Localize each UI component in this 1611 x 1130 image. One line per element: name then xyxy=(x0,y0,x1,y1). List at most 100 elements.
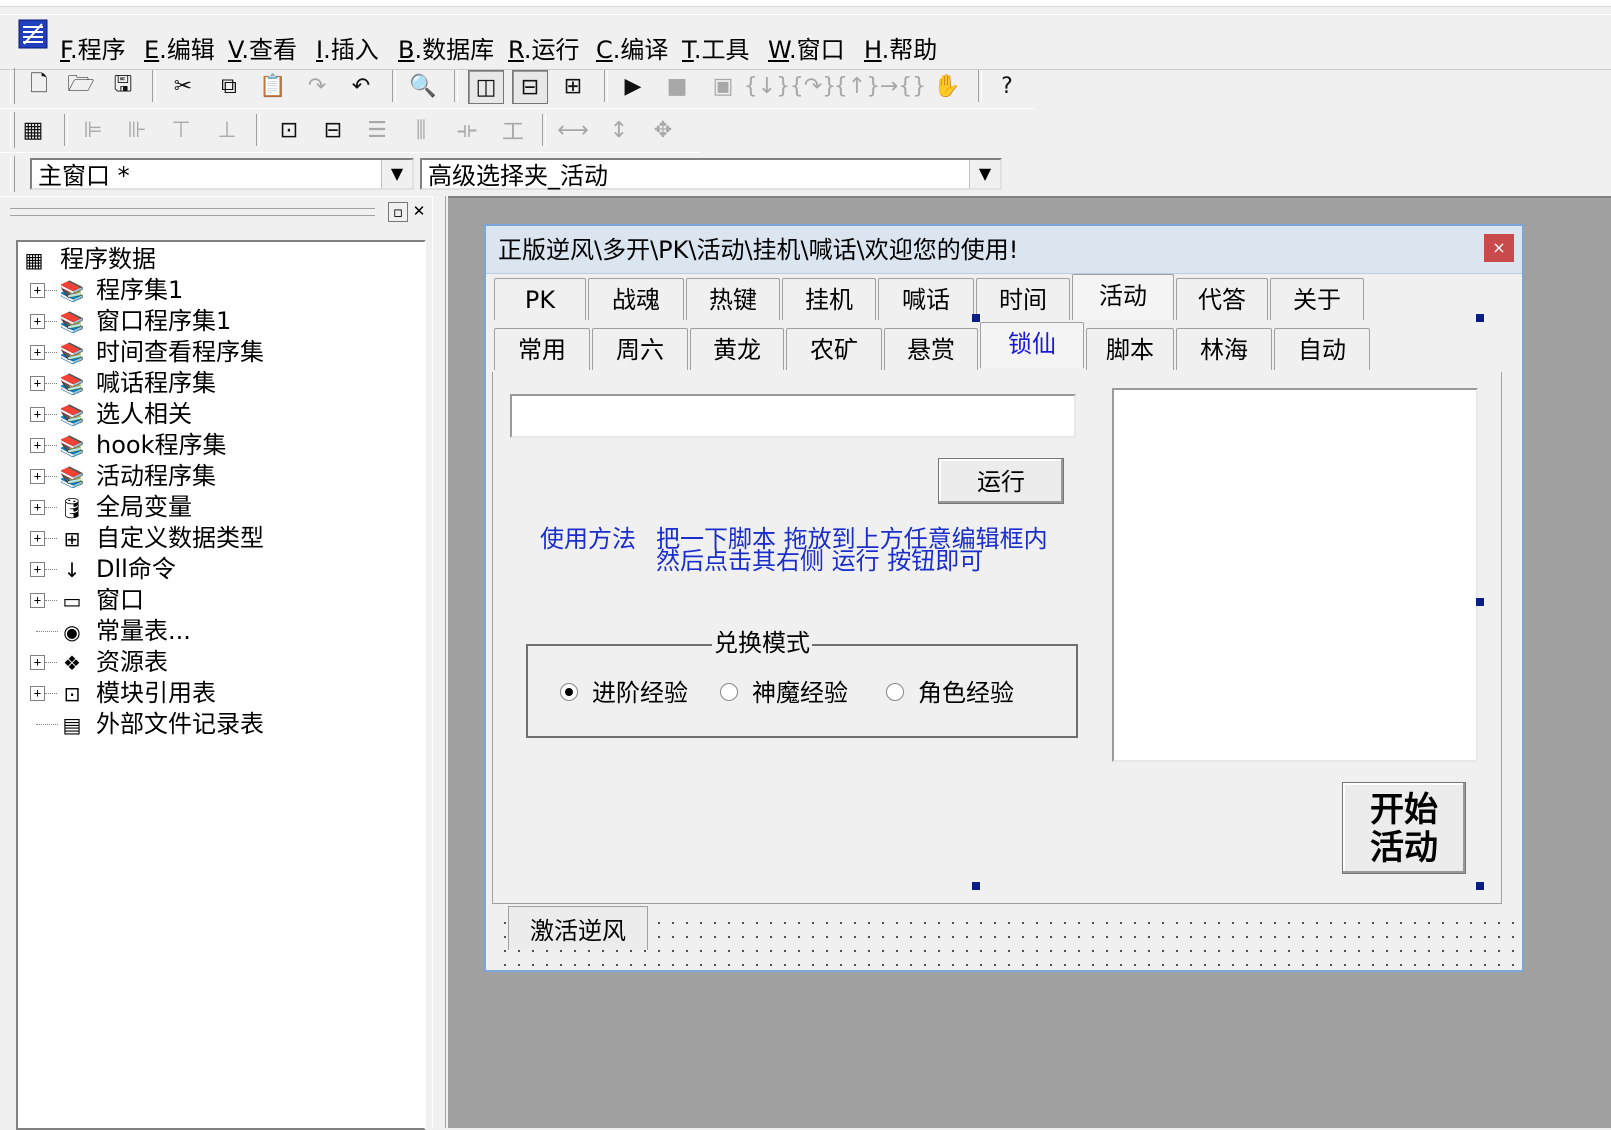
menu-view[interactable]: V.查看 xyxy=(228,35,297,65)
tab-sub-0[interactable]: 常用 xyxy=(494,328,590,370)
window-select[interactable]: 主窗口 * ▼ xyxy=(30,158,414,190)
debug-icon[interactable]: ▣ xyxy=(706,70,740,102)
run-icon[interactable]: ▶ xyxy=(616,70,650,102)
chevron-down-icon[interactable]: ▼ xyxy=(969,160,1000,188)
help-binoculars-icon[interactable]: ? xyxy=(990,70,1024,102)
same-width-icon[interactable]: ⫼ xyxy=(404,114,438,146)
toolbar-grip[interactable] xyxy=(10,68,15,104)
toolbar-grip[interactable] xyxy=(10,112,15,148)
expand-icon[interactable]: + xyxy=(30,531,45,546)
undo-icon[interactable]: ↶ xyxy=(344,70,378,102)
menu-help[interactable]: H.帮助 xyxy=(864,35,937,65)
copy-icon[interactable]: ⧉ xyxy=(212,70,246,102)
tab-main-0[interactable]: PK xyxy=(494,278,586,320)
width-arrow-icon[interactable]: ⟷ xyxy=(556,114,590,146)
selection-handle[interactable] xyxy=(1476,598,1484,606)
tab-sub-1[interactable]: 周六 xyxy=(592,328,688,370)
expand-icon[interactable]: + xyxy=(30,314,45,329)
expand-icon[interactable]: + xyxy=(30,376,45,391)
expand-icon[interactable]: + xyxy=(30,283,45,298)
stop-icon[interactable]: ■ xyxy=(660,70,694,102)
step-out-icon[interactable]: {↑} xyxy=(834,70,880,102)
activate-button[interactable]: 激活逆风 xyxy=(508,906,648,950)
layout-left-icon[interactable]: ◫ xyxy=(468,70,504,104)
control-select[interactable]: 高级选择夹_活动 ▼ xyxy=(420,158,1002,190)
expand-icon[interactable]: + xyxy=(30,593,45,608)
selection-handle[interactable] xyxy=(972,314,980,322)
align-bottom-icon[interactable]: ⊥ xyxy=(210,114,244,146)
script-input[interactable] xyxy=(510,394,1076,438)
new-file-icon[interactable]: 🗋 xyxy=(22,70,56,102)
find-icon[interactable]: 🔍 xyxy=(406,70,440,102)
tab-main-4[interactable]: 喊话 xyxy=(878,278,974,320)
size-both-icon[interactable]: ✥ xyxy=(646,114,680,146)
expand-icon[interactable]: + xyxy=(30,686,45,701)
center-vertical-icon[interactable]: ⊟ xyxy=(316,114,350,146)
tab-sub-7[interactable]: 林海 xyxy=(1176,328,1272,370)
hand-icon[interactable]: ✋ xyxy=(930,70,964,102)
panel-splitter[interactable] xyxy=(432,196,446,1128)
step-over-icon[interactable]: {↷} xyxy=(790,70,836,102)
toolbar-grip[interactable] xyxy=(10,156,15,192)
run-to-cursor-icon[interactable]: →{} xyxy=(880,70,926,102)
radio-advanced-exp[interactable]: 进阶经验 xyxy=(560,678,688,708)
layout-grid-icon[interactable]: ⊞ xyxy=(556,70,590,102)
tab-sub-8[interactable]: 自动 xyxy=(1274,328,1370,370)
tab-sub-4[interactable]: 悬赏 xyxy=(884,328,978,370)
restore-icon[interactable]: ▫ xyxy=(388,202,408,222)
tab-main-1[interactable]: 战魂 xyxy=(588,278,684,320)
same-height-icon[interactable]: ☰ xyxy=(360,114,394,146)
layout-top-icon[interactable]: ⊟ xyxy=(512,70,548,104)
expand-icon[interactable]: + xyxy=(30,655,45,670)
align-top-icon[interactable]: ⊤ xyxy=(164,114,198,146)
open-folder-icon[interactable]: 🗁 xyxy=(64,70,98,102)
menu-tools[interactable]: T.工具 xyxy=(682,35,749,65)
selection-handle[interactable] xyxy=(1476,314,1484,322)
cut-icon[interactable]: ✂ xyxy=(166,70,200,102)
expand-icon[interactable]: + xyxy=(30,345,45,360)
radio-demon-exp[interactable]: 神魔经验 xyxy=(720,678,848,708)
project-tree[interactable]: ▦ 程序数据 + 📚 程序集1 + 📚 窗口程序集1 + 📚 时间查看程序集 + 📚 喊话程序集 + 📚 选… xyxy=(16,240,426,1130)
run-button[interactable]: 运行 xyxy=(938,458,1064,504)
selection-handle[interactable] xyxy=(972,882,980,890)
tab-sub-5[interactable]: 锁仙 xyxy=(980,322,1084,368)
space-horizontal-icon[interactable]: ⟛ xyxy=(450,114,484,146)
center-horizontal-icon[interactable]: ⊡ xyxy=(272,114,306,146)
menu-run[interactable]: R.运行 xyxy=(508,35,579,65)
output-listbox[interactable] xyxy=(1112,388,1478,762)
start-activity-button[interactable]: 开始 活动 xyxy=(1342,782,1466,874)
redo-icon[interactable]: ↷ xyxy=(300,70,334,102)
chevron-down-icon[interactable]: ▼ xyxy=(381,160,412,188)
tab-main-2[interactable]: 热键 xyxy=(686,278,780,320)
save-icon[interactable]: 🖫 xyxy=(106,70,140,102)
form-window[interactable]: 正版逆风\多开\PK\活动\挂机\喊话\欢迎您的使用! × PK 战魂 热键 挂机 喊话… xyxy=(484,224,1524,972)
calculator-icon[interactable]: ▦ xyxy=(16,114,50,146)
tab-main-8[interactable]: 关于 xyxy=(1270,278,1364,320)
menu-compile[interactable]: C.编译 xyxy=(596,35,668,65)
paste-icon[interactable]: 📋 xyxy=(256,70,290,102)
tab-sub-2[interactable]: 黄龙 xyxy=(690,328,784,370)
expand-icon[interactable]: + xyxy=(30,562,45,577)
align-left-icon[interactable]: ⊫ xyxy=(76,114,110,146)
tab-main-3[interactable]: 挂机 xyxy=(782,278,876,320)
close-icon[interactable]: ✕ xyxy=(410,202,428,220)
tab-sub-6[interactable]: 脚本 xyxy=(1086,328,1174,370)
panel-title-bar[interactable] xyxy=(10,208,375,216)
tab-main-7[interactable]: 代答 xyxy=(1176,278,1268,320)
tab-sub-3[interactable]: 农矿 xyxy=(786,328,882,370)
selection-handle[interactable] xyxy=(1476,882,1484,890)
radio-character-exp[interactable]: 角色经验 xyxy=(886,678,1014,708)
menu-insert[interactable]: I.插入 xyxy=(316,35,379,65)
expand-icon[interactable]: + xyxy=(30,469,45,484)
menu-program[interactable]: F.程序 xyxy=(60,35,126,65)
expand-icon[interactable]: + xyxy=(30,407,45,422)
menu-window[interactable]: W.窗口 xyxy=(768,35,845,65)
tab-main-5[interactable]: 时间 xyxy=(976,278,1070,320)
expand-icon[interactable]: + xyxy=(30,438,45,453)
align-right-icon[interactable]: ⊪ xyxy=(120,114,154,146)
menu-database[interactable]: B.数据库 xyxy=(398,35,494,65)
space-vertical-icon[interactable]: 工 xyxy=(496,114,530,146)
menu-edit[interactable]: E.编辑 xyxy=(144,35,215,65)
form-title-bar[interactable]: 正版逆风\多开\PK\活动\挂机\喊话\欢迎您的使用! xyxy=(486,226,1522,274)
close-icon[interactable]: × xyxy=(1484,234,1514,262)
